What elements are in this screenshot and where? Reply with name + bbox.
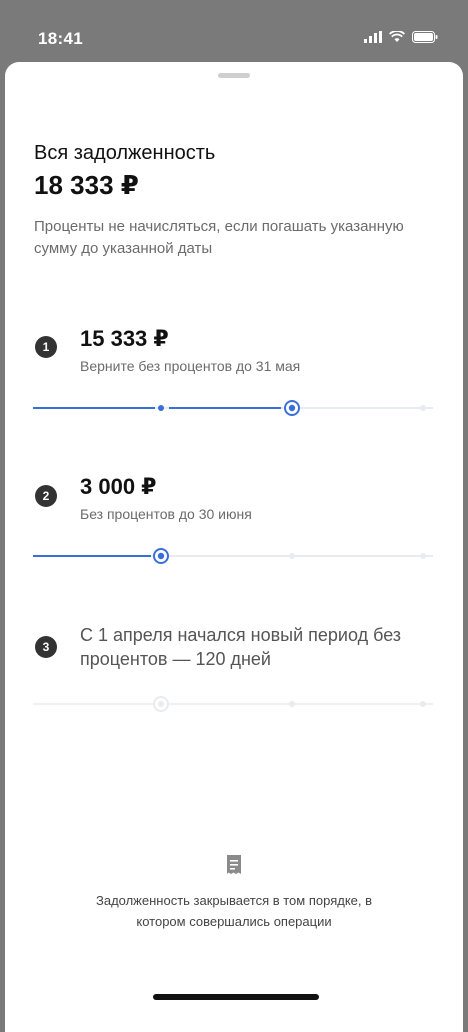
wifi-icon — [389, 31, 405, 42]
cellular-signal-icon — [364, 31, 382, 43]
step-progress-track — [33, 548, 433, 564]
step-number-badge: 1 — [35, 336, 57, 358]
step-number-badge: 3 — [35, 636, 57, 658]
step-progress-track — [33, 696, 433, 712]
step-number-badge: 2 — [35, 485, 57, 507]
step-progress-track — [33, 400, 433, 416]
footer-note: Задолженность закрывается в том порядке,… — [95, 893, 373, 929]
total-debt-label: Вся задолженность — [34, 142, 216, 164]
sheet-grabber[interactable] — [218, 73, 250, 78]
interest-info-text: Проценты не начисляться, если погашать у… — [34, 218, 404, 257]
receipt-icon — [227, 855, 241, 874]
status-bar: 18:41 — [0, 0, 468, 62]
step-description: С 1 апреля начался новый период без проц… — [80, 625, 402, 669]
status-icons — [364, 31, 438, 43]
step-amount: 3 000 ₽ — [80, 474, 157, 499]
status-time: 18:41 — [38, 29, 83, 48]
home-indicator[interactable] — [153, 994, 319, 1000]
step-subtitle: Без процентов до 30 июня — [80, 506, 252, 522]
bottom-sheet: Вся задолженность 18 333 ₽ Проценты не н… — [5, 62, 463, 1032]
total-debt-amount: 18 333 ₽ — [34, 170, 139, 200]
step-subtitle: Верните без процентов до 31 мая — [80, 358, 301, 374]
step-amount: 15 333 ₽ — [80, 326, 169, 351]
battery-icon — [412, 31, 438, 43]
